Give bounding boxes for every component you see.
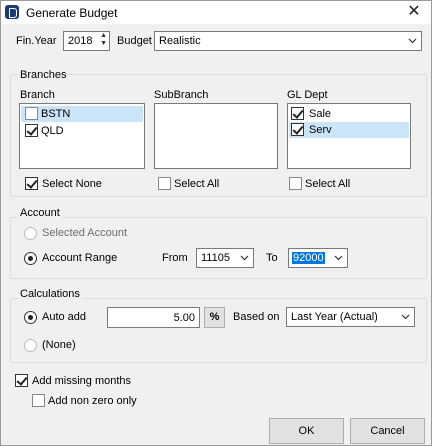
branch-bstn-checkbox[interactable] [25,107,38,120]
subbranch-select-all-label[interactable]: Select All [174,178,219,190]
list-item[interactable]: Sale [289,106,409,122]
subbranch-list[interactable] [154,103,278,169]
account-from-select[interactable]: 11105 [196,248,254,268]
spinner-arrows-icon[interactable]: ▲ ▼ [100,32,107,48]
fin-year-label: Fin.Year [16,35,57,47]
add-non-zero-only-checkbox[interactable] [32,394,45,407]
fin-year-spinner[interactable]: 2018 ▲ ▼ [63,31,110,51]
list-item-label: QLD [41,125,64,137]
selected-account-label[interactable]: Selected Account [42,227,127,239]
budget-value: Realistic [159,35,201,47]
based-on-select[interactable]: Last Year (Actual) [286,307,415,327]
list-item-label: BSTN [41,108,71,120]
list-item[interactable]: Serv [289,122,409,138]
account-to-select[interactable]: 92000 [288,248,348,268]
branch-select-none-label[interactable]: Select None [42,178,102,190]
selected-account-radio[interactable] [24,227,37,240]
add-missing-months-checkbox[interactable] [15,374,28,387]
to-label: To [266,252,278,264]
none-radio[interactable] [24,339,37,352]
subbranch-header: SubBranch [154,89,209,101]
gl-dept-list[interactable]: Sale Serv [287,103,411,169]
add-non-zero-only-label[interactable]: Add non zero only [48,395,137,407]
list-item-label: Serv [309,124,332,136]
title-bar: Generate Budget ✕ [1,1,431,24]
budget-label: Budget [117,35,152,47]
branch-qld-checkbox[interactable] [25,124,38,137]
branch-select-none-checkbox[interactable] [25,177,38,190]
account-title: Account [18,207,62,219]
based-on-value: Last Year (Actual) [291,311,378,323]
based-on-label: Based on [233,311,280,323]
account-from-value: 11105 [201,252,230,264]
generate-budget-dialog: Generate Budget ✕ Fin.Year 2018 ▲ ▼ Budge… [0,0,432,446]
gl-dept-select-all-label[interactable]: Select All [305,178,350,190]
branches-title: Branches [18,69,69,81]
ok-button[interactable]: OK [269,418,344,444]
list-item[interactable]: QLD [21,123,143,139]
gl-dept-sale-checkbox[interactable] [291,107,304,120]
chevron-down-icon [408,36,417,45]
list-item-label: Sale [309,108,332,120]
auto-add-radio[interactable] [24,311,37,324]
account-range-radio[interactable] [24,252,37,265]
budget-select[interactable]: Realistic [154,31,422,51]
add-missing-months-label[interactable]: Add missing months [32,375,131,387]
account-to-value: 92000 [292,252,325,264]
branch-list[interactable]: BSTN QLD [19,103,145,169]
gl-dept-serv-checkbox[interactable] [291,123,304,136]
auto-add-amount-value: 5.00 [173,312,195,324]
window-title: Generate Budget [26,6,118,20]
chevron-down-icon [240,253,249,262]
list-item[interactable]: BSTN [21,106,143,122]
auto-add-amount-input[interactable]: 5.00 [107,307,200,328]
percent-button[interactable]: % [204,307,225,328]
fin-year-value: 2018 [68,35,93,47]
chevron-down-icon [401,312,410,321]
cancel-button[interactable]: Cancel [350,418,425,444]
app-logo-icon [5,5,19,19]
subbranch-select-all-checkbox[interactable] [158,177,171,190]
none-label[interactable]: (None) [42,339,76,351]
chevron-down-icon [334,253,343,262]
gl-dept-select-all-checkbox[interactable] [289,177,302,190]
branch-header: Branch [20,89,55,101]
close-icon[interactable]: ✕ [403,2,425,22]
from-label: From [162,252,188,264]
auto-add-label[interactable]: Auto add [42,311,86,323]
calculations-title: Calculations [18,288,82,300]
gl-dept-header: GL Dept [287,89,328,101]
account-range-label[interactable]: Account Range [42,252,117,264]
